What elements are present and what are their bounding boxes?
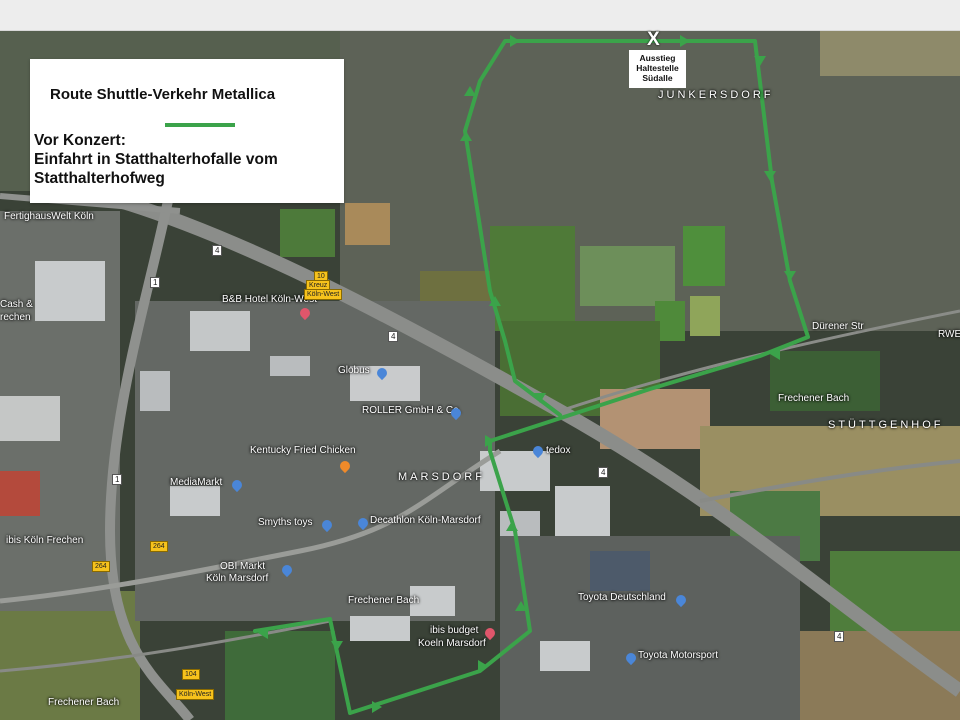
field <box>820 31 960 76</box>
legend-description: Vor Konzert: Einfahrt in Statthalterhofa… <box>34 131 278 188</box>
place-label-bb-hotel: B&B Hotel Köln-West <box>222 294 317 305</box>
place-label-cash: Cash & <box>0 299 33 310</box>
legend-desc-line-3: Statthalterhofweg <box>34 170 165 187</box>
motorway-shield-4-d: 4 <box>834 631 845 642</box>
destination-line-1: Ausstieg <box>639 53 676 63</box>
district-label-marsdorf: MARSDORF <box>398 471 485 483</box>
sports-field <box>580 246 675 306</box>
legend-desc-line-2: Einfahrt in Statthalterhofalle vom <box>34 151 278 168</box>
building <box>270 356 310 376</box>
motorway-shield-1: 1 <box>150 277 161 288</box>
place-label-frechener-bach-3: Frechener Bach <box>48 697 120 708</box>
place-label-cash-2: rechen <box>0 312 31 323</box>
destination-label: Ausstieg Haltestelle Südalle <box>629 50 686 88</box>
building <box>555 486 610 536</box>
field <box>345 203 390 245</box>
place-label-ibis-budget-2: Koeln Marsdorf <box>418 638 486 649</box>
place-label-smyths: Smyths toys <box>258 517 313 528</box>
place-label-decathlon: Decathlon Köln-Marsdorf <box>370 515 481 526</box>
place-label-obi-2: Köln Marsdorf <box>206 573 269 584</box>
sports-field <box>683 226 725 286</box>
building <box>0 396 60 441</box>
place-label-fertighaus: FertighausWelt Köln <box>4 211 94 222</box>
sports-field <box>490 226 575 331</box>
motorway-shield-4-c: 4 <box>598 467 609 478</box>
place-label-frechener-bach-1: Frechener Bach <box>778 393 850 404</box>
district-label-junkersdorf: JUNKERSDORF <box>658 89 774 101</box>
place-label-globus: Globus <box>338 365 370 376</box>
building <box>190 311 250 351</box>
street-label-durener: Dürener Str <box>812 321 864 332</box>
destination-x-marker[interactable]: X <box>647 29 660 51</box>
legend-box: Route Shuttle-Verkehr Metallica Vor Konz… <box>30 59 344 203</box>
top-bar <box>0 0 960 31</box>
place-label-ibis-budget-1: ibis budget <box>430 625 479 636</box>
building <box>140 371 170 411</box>
building <box>0 471 40 516</box>
legend-route-swatch <box>165 123 235 127</box>
motorway-shield-1-b: 1 <box>112 474 123 485</box>
place-label-mediamarkt: MediaMarkt <box>170 477 223 488</box>
place-label-frechener-bach-2: Frechener Bach <box>348 595 420 606</box>
koeln-west-label: Köln-West <box>304 289 343 300</box>
destination-line-2: Haltestelle <box>636 63 679 73</box>
legend-title: Route Shuttle-Verkehr Metallica <box>50 86 276 103</box>
motorway-shield-4-b: 4 <box>388 331 399 342</box>
road-shield-264-b: 264 <box>92 561 110 572</box>
building <box>350 616 410 641</box>
destination-line-3: Südalle <box>642 73 673 83</box>
building <box>540 641 590 671</box>
place-label-rwe: RWE <box>938 329 960 340</box>
building <box>35 261 105 321</box>
motorway-shield-4: 4 <box>212 245 223 256</box>
field <box>225 631 335 720</box>
place-label-roller: ROLLER GmbH & Co. <box>362 405 462 416</box>
place-label-toyota-ms: Toyota Motorsport <box>638 650 719 661</box>
exit-shield-104: 104 <box>182 669 200 680</box>
building <box>590 551 650 591</box>
road-shield-264: 264 <box>150 541 168 552</box>
district-label-stuttgenhof: STÜTTGENHOF <box>828 419 944 431</box>
place-label-obi-1: OBI Markt <box>220 561 266 572</box>
building <box>170 486 220 516</box>
place-label-tedox: tedox <box>546 445 571 456</box>
field <box>280 209 335 257</box>
place-label-kfc: Kentucky Fried Chicken <box>250 445 356 456</box>
sports-field <box>690 296 720 336</box>
koeln-west-label-2: Köln-West <box>176 689 215 700</box>
place-label-ibis-frechen: ibis Köln Frechen <box>6 535 84 546</box>
legend-desc-line-1: Vor Konzert: <box>34 132 126 149</box>
place-label-toyota-de: Toyota Deutschland <box>578 592 666 603</box>
